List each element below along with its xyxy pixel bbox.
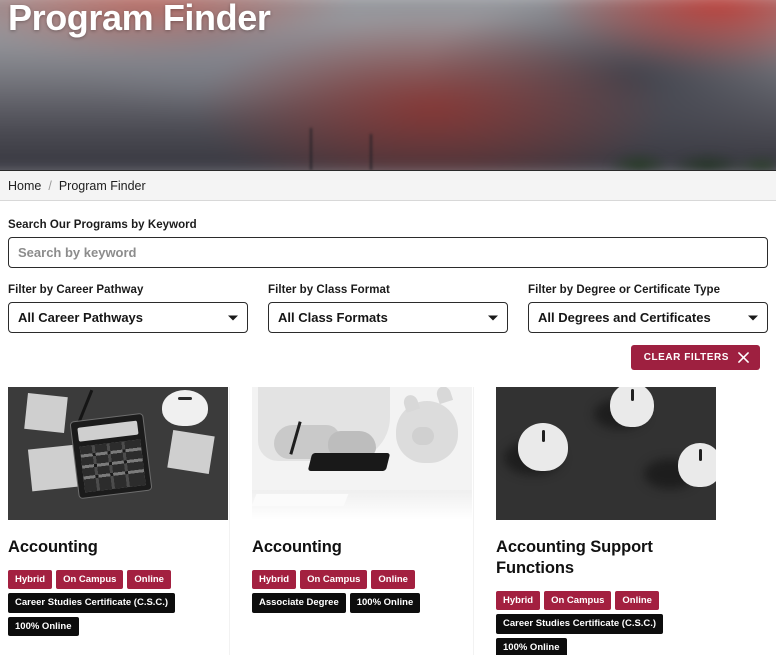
filter-career-pathway-select[interactable]: All Career Pathways	[8, 302, 248, 333]
degree-tag: Career Studies Certificate (C.S.C.)	[8, 593, 176, 613]
filter-career-pathway-label: Filter by Career Pathway	[8, 284, 144, 296]
format-tag: Hybrid	[252, 569, 297, 590]
breadcrumb: Home / Program Finder	[0, 170, 776, 201]
format-tag: Hybrid	[496, 590, 541, 611]
page-title: Program Finder	[8, 0, 271, 38]
program-card-title: Accounting Support Functions	[496, 538, 653, 577]
format-tag: Hybrid	[8, 569, 53, 590]
program-card-image	[8, 387, 228, 520]
hero-banner: Program Finder	[0, 0, 776, 170]
program-card-title: Accounting	[252, 538, 342, 556]
program-card-image	[496, 387, 716, 520]
filter-class-format: Filter by Class Format All Class Formats	[268, 284, 508, 333]
format-tag: On Campus	[544, 590, 612, 611]
program-card-format-tags: Hybrid On Campus Online	[496, 590, 718, 611]
breadcrumb-current: Program Finder	[58, 178, 146, 193]
degree-tag: Career Studies Certificate (C.S.C.)	[496, 614, 664, 634]
program-results-grid: Accounting Hybrid On Campus Online Caree…	[0, 387, 776, 655]
program-card-format-tags: Hybrid On Campus Online	[252, 569, 451, 590]
program-card-title: Accounting	[8, 538, 98, 556]
filter-class-format-label: Filter by Class Format	[268, 284, 390, 296]
filter-career-pathway-value: All Career Pathways	[18, 310, 144, 325]
degree-tag: 100% Online	[349, 593, 421, 613]
program-card-format-tags: Hybrid On Campus Online	[8, 569, 207, 590]
format-tag: Online	[615, 590, 659, 611]
filter-degree-type: Filter by Degree or Certificate Type All…	[528, 284, 768, 333]
degree-tag: 100% Online	[496, 637, 567, 655]
format-tag: On Campus	[56, 569, 124, 590]
filter-panel: Search Our Programs by Keyword Filter by…	[0, 201, 776, 370]
program-card-degree-tags: Career Studies Certificate (C.S.C.) 100%…	[496, 614, 718, 655]
degree-tag: Associate Degree	[252, 593, 346, 613]
filter-degree-type-select[interactable]: All Degrees and Certificates	[528, 302, 768, 333]
program-card[interactable]: Accounting Support Functions Hybrid On C…	[496, 387, 718, 655]
filter-degree-type-value: All Degrees and Certificates	[538, 310, 711, 325]
clear-filters-row: CLEAR FILTERS	[8, 345, 768, 370]
format-tag: Online	[127, 569, 171, 590]
program-card[interactable]: Accounting Hybrid On Campus Online Caree…	[8, 387, 230, 655]
breadcrumb-link-home[interactable]: Home	[8, 179, 41, 193]
filter-class-format-select[interactable]: All Class Formats	[268, 302, 508, 333]
filter-class-format-value: All Class Formats	[278, 310, 388, 325]
degree-tag: 100% Online	[8, 616, 79, 637]
filters-row: Filter by Career Pathway All Career Path…	[8, 284, 768, 333]
hero-foliage	[596, 124, 776, 170]
clear-filters-label: CLEAR FILTERS	[643, 352, 729, 363]
hero-lamp-posts	[290, 122, 430, 170]
filter-career-pathway: Filter by Career Pathway All Career Path…	[8, 284, 248, 333]
filter-degree-type-label: Filter by Degree or Certificate Type	[528, 284, 721, 296]
search-label: Search Our Programs by Keyword	[8, 219, 197, 231]
program-card-image	[252, 387, 472, 520]
program-card[interactable]: Accounting Hybrid On Campus Online Assoc…	[252, 387, 474, 655]
format-tag: On Campus	[300, 569, 368, 590]
program-card-degree-tags: Career Studies Certificate (C.S.C.) 100%…	[8, 593, 207, 637]
program-card-degree-tags: Associate Degree 100% Online	[252, 593, 451, 613]
search-input[interactable]	[8, 237, 768, 268]
clear-filters-button[interactable]: CLEAR FILTERS	[630, 345, 760, 370]
close-x-icon	[738, 352, 749, 363]
breadcrumb-separator: /	[48, 178, 52, 193]
format-tag: Online	[371, 569, 415, 590]
